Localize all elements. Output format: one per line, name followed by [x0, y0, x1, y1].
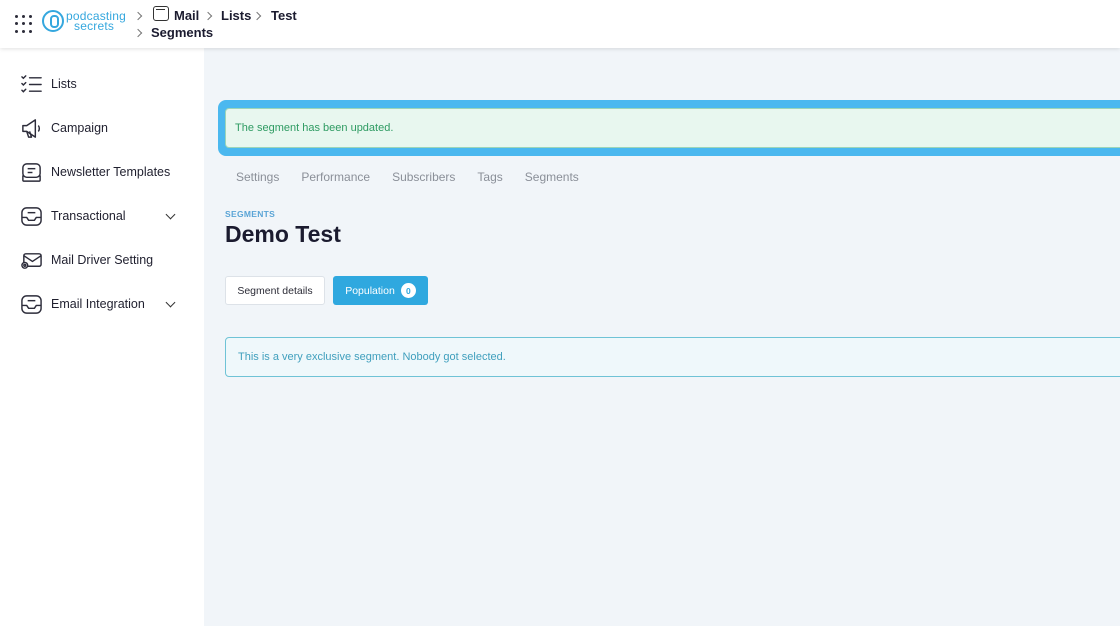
top-bar: podcasting secrets Mail Lists Test Segme…	[0, 0, 1120, 48]
main-content: The segment has been updated. Settings P…	[204, 48, 1120, 626]
sidebar-item-transactional[interactable]: Transactional	[0, 198, 204, 234]
page-title: Demo Test	[225, 221, 341, 247]
tab-subscribers[interactable]: Subscribers	[392, 170, 455, 184]
sidebar-item-label: Newsletter Templates	[51, 165, 171, 179]
mail-box-icon	[153, 6, 169, 21]
segment-details-label: Segment details	[237, 284, 313, 297]
tab-bar: Settings Performance Subscribers Tags Se…	[236, 170, 601, 184]
alert-focus-ring: The segment has been updated.	[218, 100, 1120, 156]
info-alert: This is a very exclusive segment. Nobody…	[225, 337, 1120, 377]
chevron-right-icon	[203, 11, 213, 21]
chevron-right-icon	[133, 11, 143, 21]
breadcrumb-lists[interactable]: Lists	[221, 8, 251, 23]
logo-mark-icon	[42, 10, 64, 32]
sidebar-item-label: Email Integration	[51, 297, 145, 311]
sidebar-item-mail-driver-setting[interactable]: Mail Driver Setting	[0, 242, 204, 278]
breadcrumb-mail[interactable]: Mail	[174, 8, 199, 23]
logo[interactable]: podcasting secrets	[42, 8, 126, 34]
segment-details-button[interactable]: Segment details	[225, 276, 325, 305]
sidebar-item-label: Campaign	[51, 121, 108, 135]
tab-performance[interactable]: Performance	[301, 170, 370, 184]
tab-tags[interactable]: Tags	[477, 170, 502, 184]
chevron-down-icon[interactable]	[165, 209, 176, 219]
apps-grid-icon[interactable]	[15, 15, 33, 33]
sidebar-item-newsletter-templates[interactable]: Newsletter Templates	[0, 154, 204, 190]
tab-segments[interactable]: Segments	[525, 170, 579, 184]
population-button[interactable]: Population 0	[333, 276, 428, 305]
sidebar: Lists Campaign Newsletter Templates Tran…	[0, 48, 204, 626]
chevron-right-icon	[133, 28, 143, 38]
chevron-down-icon[interactable]	[165, 297, 176, 307]
sidebar-item-campaign[interactable]: Campaign	[0, 110, 204, 146]
success-alert: The segment has been updated.	[225, 108, 1120, 148]
inbox-icon	[20, 205, 43, 228]
population-count-badge: 0	[400, 283, 416, 298]
population-label: Population	[345, 284, 395, 297]
inbox-integration-icon	[20, 293, 43, 316]
mail-settings-icon	[20, 249, 43, 272]
tab-settings[interactable]: Settings	[236, 170, 279, 184]
sidebar-item-label: Transactional	[51, 209, 126, 223]
checklist-icon	[20, 73, 43, 96]
breadcrumb-test[interactable]: Test	[271, 8, 297, 23]
section-overline: SEGMENTS	[225, 209, 276, 219]
sidebar-item-email-integration[interactable]: Email Integration	[0, 286, 204, 322]
chevron-right-icon	[252, 11, 262, 21]
logo-text-line2: secrets	[74, 19, 115, 33]
breadcrumb-segments[interactable]: Segments	[151, 25, 213, 40]
megaphone-icon	[20, 117, 43, 140]
template-icon	[20, 161, 43, 184]
sidebar-item-label: Mail Driver Setting	[51, 253, 154, 267]
sidebar-item-label: Lists	[51, 77, 77, 91]
sidebar-item-lists[interactable]: Lists	[0, 66, 204, 102]
